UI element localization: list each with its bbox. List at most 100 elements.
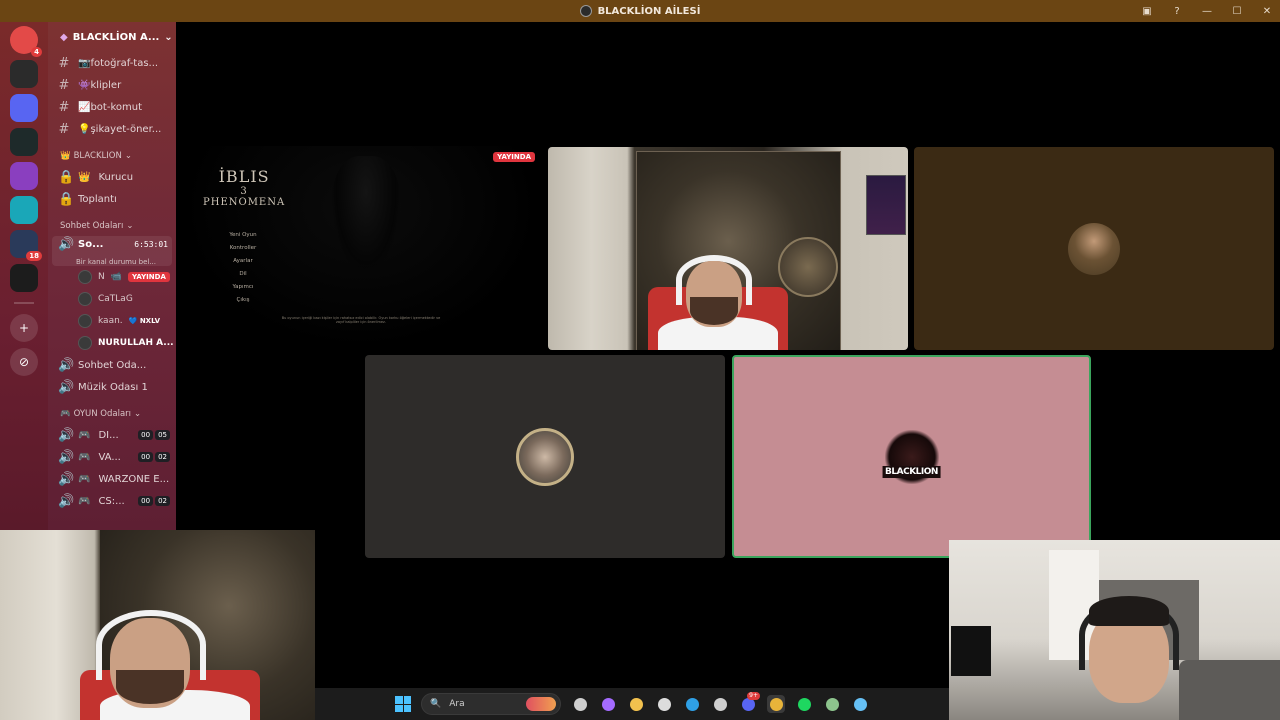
server-5-icon[interactable] xyxy=(10,196,38,224)
avatar xyxy=(78,314,92,328)
server-boost-icon: ◆ xyxy=(60,31,68,43)
search-placeholder: Ara xyxy=(449,699,465,709)
store-icon[interactable] xyxy=(655,695,673,713)
heart-icon: 💙 xyxy=(128,317,138,325)
voice-user[interactable]: N 📹 YAYINDA xyxy=(48,266,176,288)
active-voice-channel[interactable]: 🔊 So... 6:53:01 Bir kanal durumu bel... xyxy=(52,236,172,266)
voice-timer: 6:53:01 xyxy=(134,239,168,249)
user-name: N xyxy=(98,272,105,282)
channel-founder[interactable]: 🔒 👑 Kurucu xyxy=(48,166,176,188)
live-badge: YAYINDA xyxy=(493,152,535,162)
camera-tile-streamer[interactable] xyxy=(548,147,908,350)
sofa xyxy=(1179,660,1280,720)
chrome-icon[interactable] xyxy=(767,695,785,713)
close-button[interactable]: ✕ xyxy=(1260,4,1274,18)
streamer-figure xyxy=(60,610,280,720)
user-count: 00 05 xyxy=(138,430,170,440)
copilot-icon[interactable] xyxy=(599,695,617,713)
server-2-icon[interactable] xyxy=(10,94,38,122)
steam-icon[interactable] xyxy=(851,695,869,713)
voice-user[interactable]: NURULLAH A... xyxy=(48,332,176,354)
server-blacklion-icon[interactable] xyxy=(10,60,38,88)
discord-home-icon[interactable]: 4 xyxy=(10,26,42,57)
chevron-down-icon: ⌄ xyxy=(134,409,142,419)
category-label: OYUN Odaları xyxy=(73,409,132,419)
voice-status[interactable]: Bir kanal durumu bel... xyxy=(58,258,172,266)
webcam-overlay-right xyxy=(949,540,1280,720)
user-tile-1[interactable] xyxy=(914,147,1274,350)
task-view-icon[interactable] xyxy=(571,695,589,713)
start-button[interactable] xyxy=(395,696,411,712)
minimize-button[interactable]: — xyxy=(1200,4,1214,18)
category-blacklion[interactable]: 👑 BLACKLION ⌄ xyxy=(48,146,176,166)
game-channel[interactable]: 🔊 🎮 CS:... 00 02 xyxy=(48,490,176,512)
voice-user[interactable]: kaan. 💙 NXLV xyxy=(48,310,176,332)
window-controls: ▣ ? — ☐ ✕ xyxy=(1140,0,1274,22)
channel-label: Müzik Odası 1 xyxy=(78,381,148,393)
game-title-number: 3 xyxy=(240,185,248,197)
edge-icon[interactable] xyxy=(683,695,701,713)
user-tile-3-speaking[interactable]: BLACKLION xyxy=(732,355,1091,558)
channel-meeting[interactable]: 🔒 Toplantı xyxy=(48,188,176,210)
webcam-overlay-left xyxy=(0,530,315,720)
user-tile-2[interactable] xyxy=(365,355,725,558)
channel-bot[interactable]: # 📈bot-komut xyxy=(48,96,176,118)
server-6-icon[interactable]: 18 xyxy=(10,230,42,261)
channel-photo[interactable]: # 📷fotoğraf-tas... xyxy=(48,52,176,74)
avatar xyxy=(78,270,92,284)
game-channel[interactable]: 🔊 🎮 WARZONE E... xyxy=(48,468,176,490)
avatar xyxy=(78,292,92,306)
user-tag-text: NXLV xyxy=(139,317,160,325)
rail-separator xyxy=(14,302,34,304)
screen-share-icon[interactable]: ▣ xyxy=(1140,4,1154,18)
voice-channel[interactable]: 🔊 Müzik Odası 1 xyxy=(48,376,176,398)
server-3-icon[interactable] xyxy=(10,128,38,156)
voice-channel[interactable]: 🔊 Sohbet Oda... xyxy=(48,354,176,376)
settings-icon[interactable] xyxy=(711,695,729,713)
channel-label: 📷fotoğraf-tas... xyxy=(78,57,159,69)
notification-badge: 4 xyxy=(31,47,42,57)
channel-clips[interactable]: # 👾klipler xyxy=(48,74,176,96)
discover-icon[interactable]: ⊘ xyxy=(10,348,38,376)
maximize-button[interactable]: ☐ xyxy=(1230,4,1244,18)
avatar xyxy=(1068,222,1120,275)
user-name: CaTLaG xyxy=(98,294,133,304)
voice-channel-name: So... xyxy=(78,238,104,250)
channel-label: Sohbet Oda... xyxy=(78,359,147,371)
category-games[interactable]: 🎮 OYUN Odaları ⌄ xyxy=(48,404,176,424)
spotify-icon[interactable] xyxy=(795,695,813,713)
notification-badge: 9+ xyxy=(747,692,760,700)
user-count: 00 02 xyxy=(138,496,170,506)
crown-icon: 👑 xyxy=(60,151,71,161)
game-channel[interactable]: 🔊 🎮 DI... 00 05 xyxy=(48,424,176,446)
hash-icon: # xyxy=(58,77,70,93)
voice-user[interactable]: CaTLaG xyxy=(48,288,176,310)
xbox-icon[interactable] xyxy=(823,695,841,713)
taskbar-search[interactable]: 🔍 Ara xyxy=(421,693,561,715)
speaker-icon: 🔊 xyxy=(58,236,75,252)
category-label: BLACKLION xyxy=(73,151,122,161)
game-menu-item: Çıkış xyxy=(236,297,250,303)
server-7-icon[interactable] xyxy=(10,264,38,292)
game-menu-item: Yeni Oyun xyxy=(229,232,257,238)
count-limit: 02 xyxy=(155,496,170,506)
window-title-text: BLACKLİON AİLESİ xyxy=(597,5,701,17)
gamepad-icon: 🎮 xyxy=(78,451,91,463)
wall-poster xyxy=(866,175,906,235)
channel-emoji: 👑 xyxy=(78,171,91,183)
file-explorer-icon[interactable] xyxy=(627,695,645,713)
server-4-icon[interactable] xyxy=(10,162,38,190)
stream-tile-game[interactable]: İBLIS 3 PHENOMENA Yeni Oyun Kontroller A… xyxy=(181,146,541,350)
chevron-down-icon: ⌄ xyxy=(124,151,132,161)
channel-label: VA... xyxy=(98,451,121,463)
add-server-icon[interactable]: + xyxy=(10,314,38,342)
channel-label: Toplantı xyxy=(78,193,117,205)
help-icon[interactable]: ? xyxy=(1170,4,1184,18)
game-channel[interactable]: 🔊 🎮 VA... 00 02 xyxy=(48,446,176,468)
server-header[interactable]: ◆ BLACKLİON A... ⌄ xyxy=(48,22,176,52)
channel-complaints[interactable]: # 💡şikayet-öner... xyxy=(48,118,176,140)
gamepad-icon: 🎮 xyxy=(78,473,91,485)
hash-icon: # xyxy=(58,55,70,71)
discord-icon[interactable]: 9+ xyxy=(739,692,760,713)
category-chat[interactable]: Sohbet Odaları ⌄ xyxy=(48,216,176,236)
